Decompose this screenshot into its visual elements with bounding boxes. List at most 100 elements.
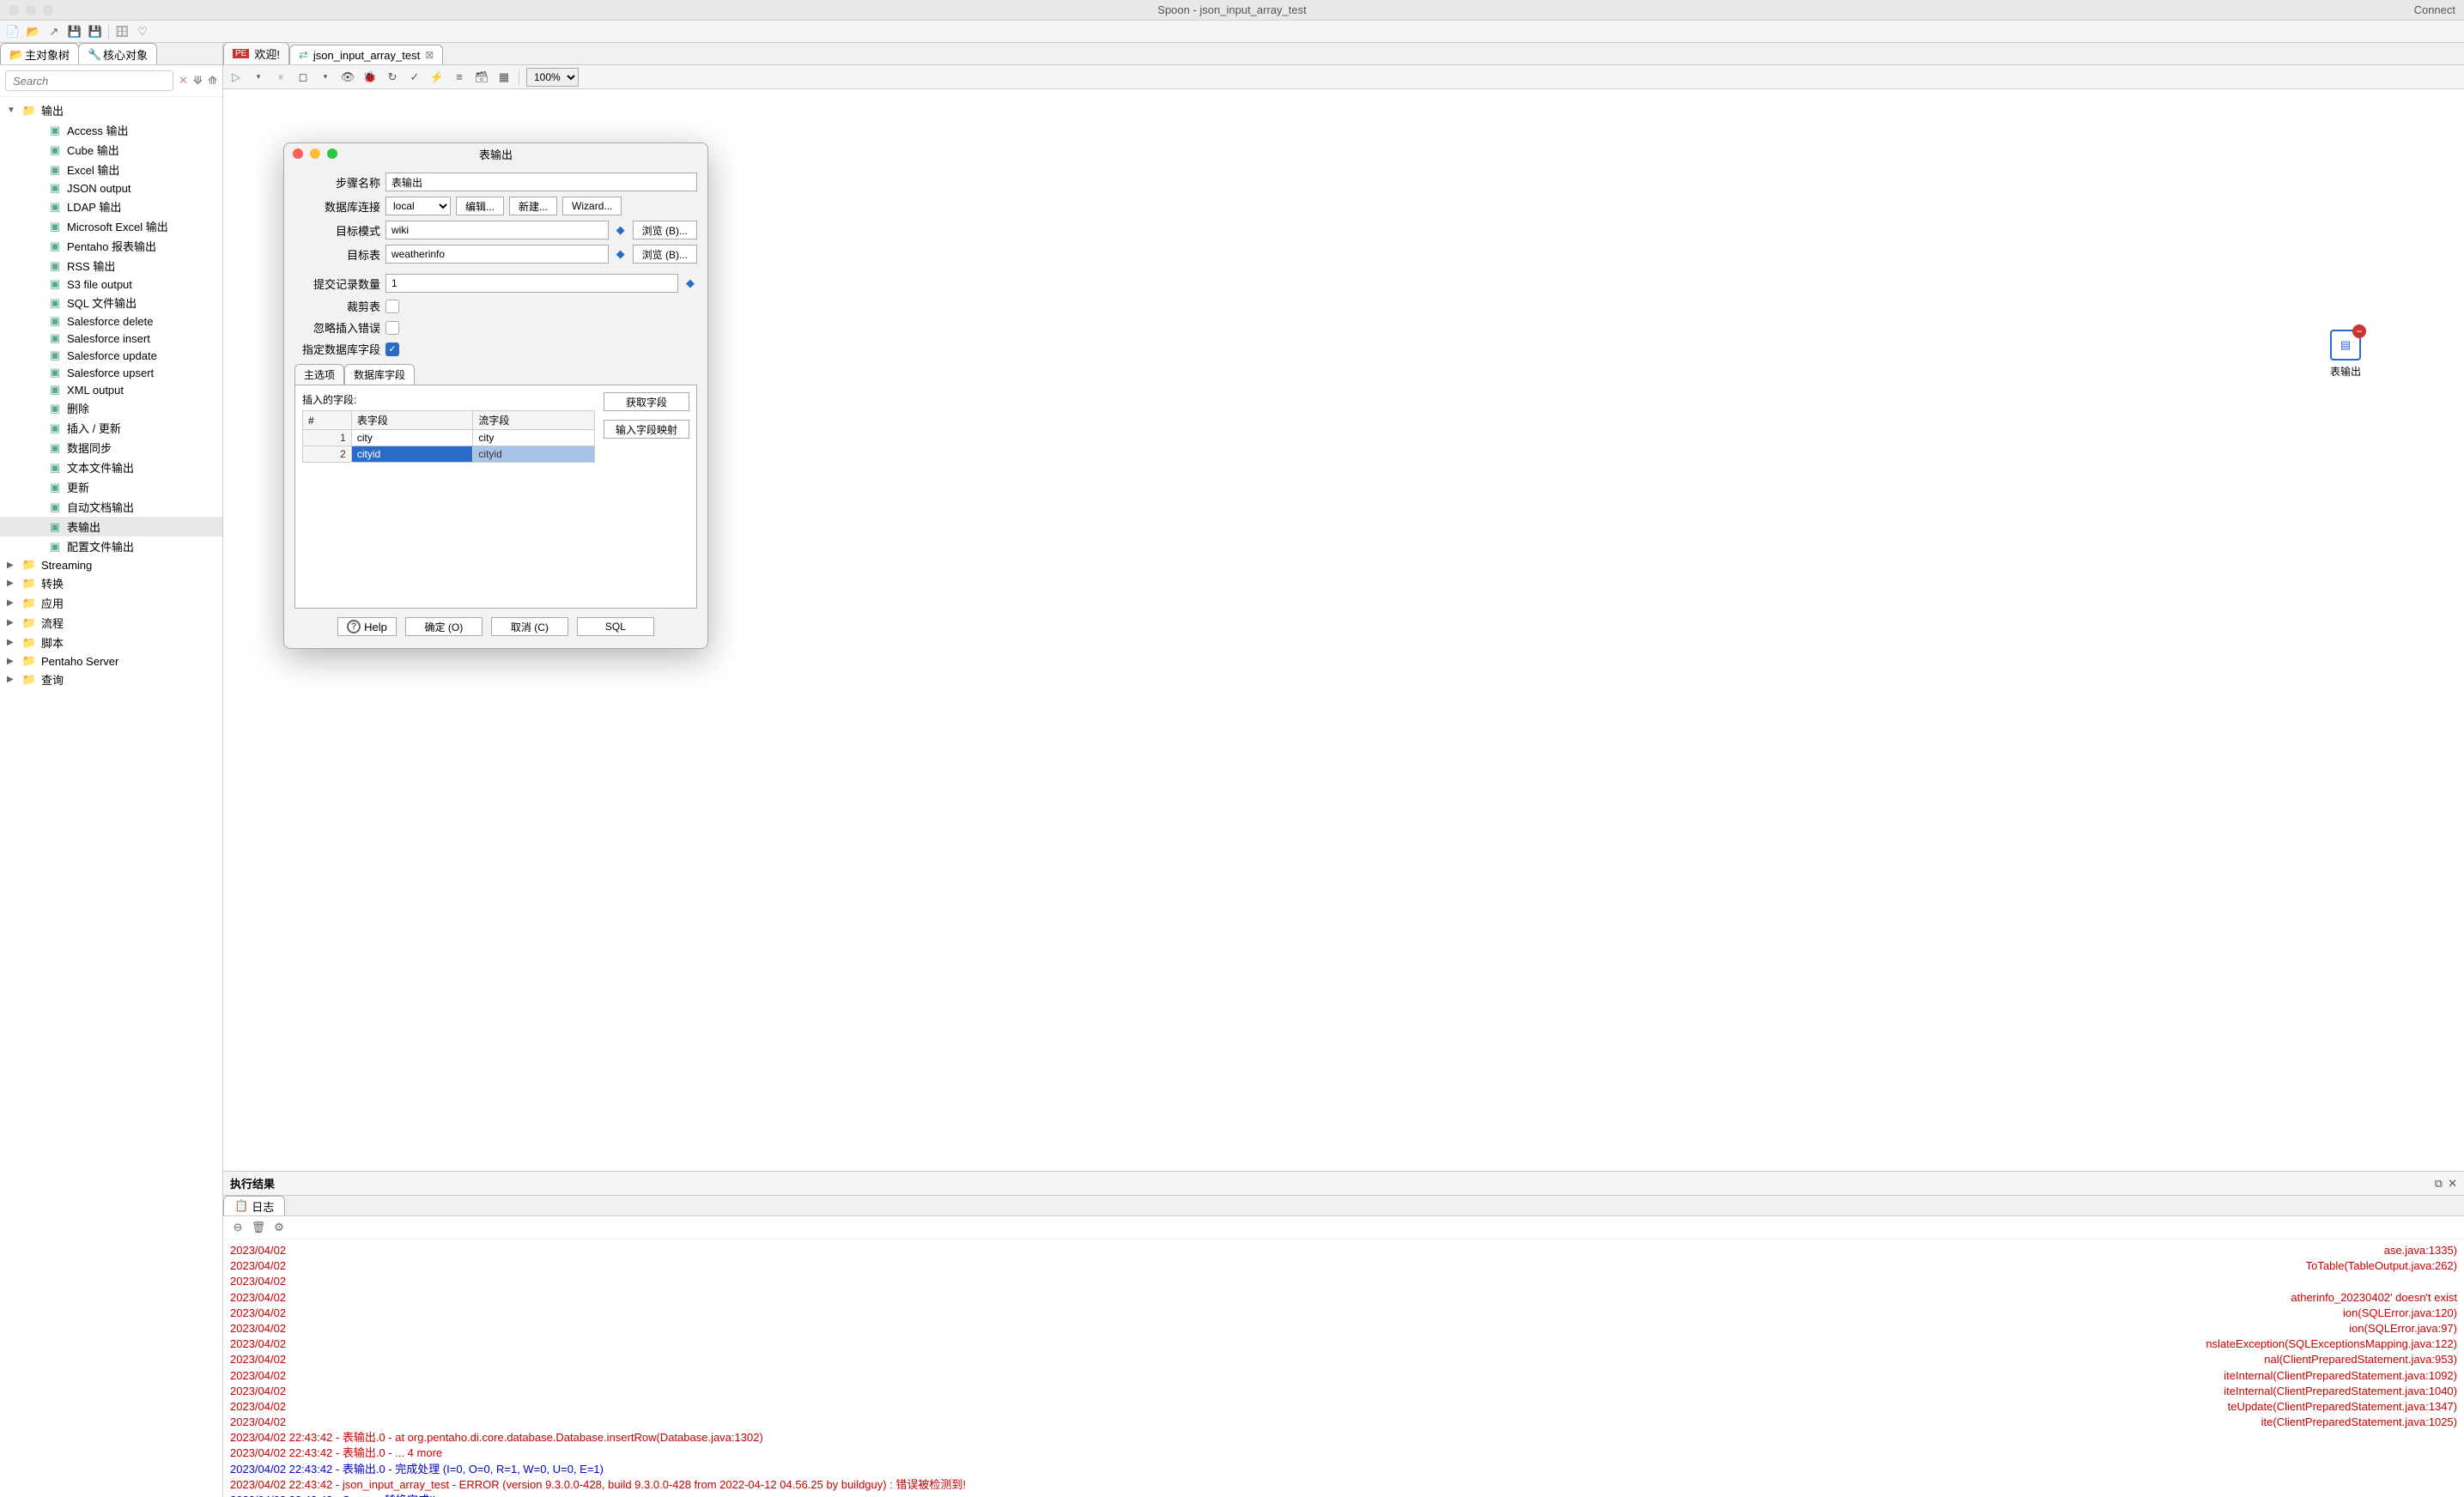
close-panel-icon[interactable]: ✕ — [2448, 1177, 2457, 1191]
help-button[interactable]: ?Help — [337, 617, 397, 636]
db-explore-icon[interactable]: 🗃 — [474, 70, 489, 85]
verify-icon[interactable]: ✓ — [407, 70, 422, 85]
tree-item[interactable]: ▣文本文件输出 — [0, 458, 222, 477]
tab-object-tree[interactable]: 📂 主对象树 — [0, 43, 79, 64]
zoom-select[interactable]: 100% — [526, 68, 579, 87]
tree-item[interactable]: ▣表输出 — [0, 517, 222, 536]
log-area[interactable]: 2023/04/02ase.java:1335)2023/04/02ToTabl… — [223, 1239, 2464, 1497]
canvas[interactable]: ▤ − 表输出 表输出 步骤名称 — [223, 89, 2464, 1171]
replay-icon[interactable]: ↻ — [385, 70, 400, 85]
tree-item[interactable]: ▣S3 file output — [0, 276, 222, 293]
close-dot[interactable] — [9, 5, 19, 15]
tab-db-fields[interactable]: 数据库字段 — [344, 364, 415, 385]
preview-icon[interactable]: 👁 — [340, 70, 355, 85]
tab-welcome[interactable]: PE 欢迎! — [223, 42, 289, 64]
db-conn-select[interactable]: local — [385, 197, 451, 215]
minimize-dot[interactable] — [26, 5, 36, 15]
scroll-lock-icon[interactable]: ⊖ — [230, 1220, 246, 1235]
connect-link[interactable]: Connect — [2414, 3, 2455, 16]
get-fields-button[interactable]: 获取字段 — [604, 392, 689, 411]
pause-icon[interactable]: ⏸ — [273, 70, 288, 85]
sql-button[interactable]: SQL — [577, 617, 654, 636]
debug-icon[interactable]: 🐞 — [362, 70, 378, 85]
save-as-icon[interactable]: 💾 — [88, 24, 103, 39]
dialog-minimize-icon[interactable] — [310, 148, 320, 159]
table-row[interactable]: 1citycity — [303, 430, 595, 446]
tree-folder[interactable]: ▶📁查询 — [0, 670, 222, 689]
database-icon[interactable]: 🗄 — [114, 24, 130, 39]
schema-input[interactable] — [385, 221, 609, 239]
tab-main[interactable]: 主选项 — [294, 364, 344, 385]
show-results-icon[interactable]: ▦ — [496, 70, 512, 85]
impact-icon[interactable]: ⚡ — [429, 70, 445, 85]
tree-folder[interactable]: ▶📁脚本 — [0, 633, 222, 652]
search-input[interactable] — [5, 70, 173, 91]
stop-dropdown-icon[interactable]: ▾ — [318, 70, 333, 85]
clear-log-icon[interactable]: 🗑 — [251, 1220, 266, 1235]
tree-item[interactable]: ▣Salesforce upsert — [0, 364, 222, 381]
tree-item[interactable]: ▣Excel 输出 — [0, 160, 222, 179]
tree-item[interactable]: ▣插入 / 更新 — [0, 418, 222, 438]
edit-button[interactable]: 编辑... — [456, 197, 504, 215]
cancel-button[interactable]: 取消 (C) — [491, 617, 568, 636]
tree-folder[interactable]: ▶📁应用 — [0, 593, 222, 613]
open-arrow-icon[interactable]: ↗ — [46, 24, 62, 39]
tree-item[interactable]: ▣Salesforce update — [0, 347, 222, 364]
variable-icon[interactable]: ◆ — [614, 223, 628, 237]
step-name-input[interactable] — [385, 173, 697, 191]
table-input[interactable] — [385, 245, 609, 264]
tree-folder[interactable]: ▶📁Pentaho Server — [0, 652, 222, 670]
tree-item[interactable]: ▣Access 输出 — [0, 120, 222, 140]
table-row[interactable]: 2cityidcityid — [303, 446, 595, 463]
ok-button[interactable]: 确定 (O) — [405, 617, 482, 636]
open-file-icon[interactable]: 📂 — [26, 24, 41, 39]
wizard-button[interactable]: Wizard... — [562, 197, 622, 215]
run-icon[interactable]: ▷ — [228, 70, 244, 85]
tree-item[interactable]: ▣RSS 输出 — [0, 256, 222, 276]
tree-item[interactable]: ▣更新 — [0, 477, 222, 497]
popout-icon[interactable]: ⧉ — [2435, 1177, 2443, 1191]
tree-folder[interactable]: ▶📁Streaming — [0, 556, 222, 573]
tree-item[interactable]: ▣数据同步 — [0, 438, 222, 458]
tab-log[interactable]: 📋 日志 — [223, 1196, 285, 1215]
run-dropdown-icon[interactable]: ▾ — [251, 70, 266, 85]
commit-input[interactable] — [385, 274, 678, 293]
tree-item[interactable]: ▣Pentaho 报表输出 — [0, 236, 222, 256]
tree-item[interactable]: ▣LDAP 输出 — [0, 197, 222, 216]
zoom-dot[interactable] — [43, 5, 53, 15]
save-icon[interactable]: 💾 — [67, 24, 82, 39]
dialog-close-icon[interactable] — [293, 148, 303, 159]
step-node[interactable]: ▤ − 表输出 — [2330, 330, 2361, 379]
tree-group-output[interactable]: ▼ 📁 输出 — [0, 100, 222, 120]
collapse-all-icon[interactable]: ⟰ — [208, 73, 217, 88]
input-mapping-button[interactable]: 输入字段映射 — [604, 420, 689, 439]
tree-item[interactable]: ▣删除 — [0, 398, 222, 418]
variable-icon[interactable]: ◆ — [683, 276, 697, 290]
clear-icon[interactable]: ✕ — [179, 73, 188, 88]
expand-all-icon[interactable]: ⟱ — [193, 73, 203, 88]
tree-item[interactable]: ▣Microsoft Excel 输出 — [0, 216, 222, 236]
specify-fields-checkbox[interactable]: ✓ — [385, 342, 399, 356]
heart-icon[interactable]: ♡ — [135, 24, 150, 39]
tree-folder[interactable]: ▶📁转换 — [0, 573, 222, 593]
tree-item[interactable]: ▣Salesforce insert — [0, 330, 222, 347]
browse-schema-button[interactable]: 浏览 (B)... — [633, 221, 697, 239]
stop-icon[interactable]: ◻ — [295, 70, 311, 85]
tree-folder[interactable]: ▶📁流程 — [0, 613, 222, 633]
tree-item[interactable]: ▣Cube 输出 — [0, 140, 222, 160]
sql-icon[interactable]: ≡ — [452, 70, 467, 85]
new-file-icon[interactable]: 📄 — [5, 24, 21, 39]
tree-item[interactable]: ▣JSON output — [0, 179, 222, 197]
truncate-checkbox[interactable] — [385, 300, 399, 313]
tree-item[interactable]: ▣Salesforce delete — [0, 312, 222, 330]
tree-item[interactable]: ▣自动文档输出 — [0, 497, 222, 517]
browse-table-button[interactable]: 浏览 (B)... — [633, 245, 697, 264]
dialog-zoom-icon[interactable] — [327, 148, 337, 159]
log-settings-icon[interactable]: ⚙ — [271, 1220, 287, 1235]
tab-core-objects[interactable]: 🔧 核心对象 — [78, 43, 157, 64]
tree-item[interactable]: ▣配置文件输出 — [0, 536, 222, 556]
ignore-err-checkbox[interactable] — [385, 321, 399, 335]
tab-transformation[interactable]: ⇄ json_input_array_test ⊠ — [289, 45, 443, 64]
tree-item[interactable]: ▣SQL 文件输出 — [0, 293, 222, 312]
variable-icon[interactable]: ◆ — [614, 247, 628, 261]
